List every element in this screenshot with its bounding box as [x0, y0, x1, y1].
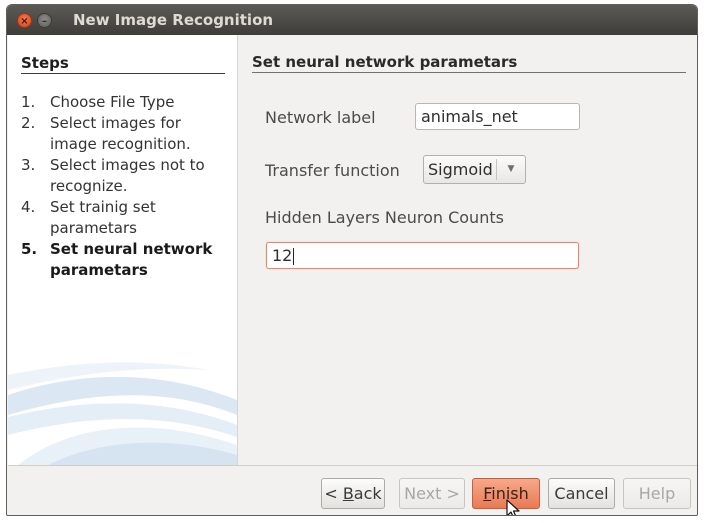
step-number: 3.	[21, 156, 36, 174]
hidden-layers-label: Hidden Layers Neuron Counts	[265, 208, 504, 227]
step-item-5-current: 5. Set neural network parametars	[21, 239, 231, 281]
step-number: 4.	[21, 198, 36, 216]
decorative-swoosh-graphic	[8, 362, 237, 465]
help-button[interactable]: Help	[623, 478, 691, 509]
hidden-layers-value: 12	[272, 246, 293, 265]
back-arrow-text: <	[324, 484, 343, 503]
hidden-layers-input[interactable]: 12	[266, 242, 579, 269]
content-title: Set neural network parametars	[252, 53, 686, 73]
next-button[interactable]: Next >	[399, 478, 465, 509]
step-item-4: 4. Set trainig set parametars	[21, 197, 231, 239]
back-label-rest: ack	[353, 484, 382, 503]
window-title: New Image Recognition	[73, 11, 274, 29]
step-label: Select images for image recognition.	[50, 114, 191, 153]
network-label-value: animals_net	[421, 107, 518, 126]
back-mnemonic: B	[342, 484, 354, 503]
text-caret	[293, 248, 295, 265]
step-label: Set neural network parametars	[50, 240, 213, 279]
chevron-down-icon[interactable]: ▼	[496, 159, 525, 180]
transfer-function-label: Transfer function	[265, 161, 400, 180]
step-label: Choose File Type	[50, 93, 175, 111]
transfer-function-value: Sigmoid	[428, 160, 493, 179]
network-label-input[interactable]: animals_net	[415, 103, 580, 130]
network-label-label: Network label	[265, 108, 376, 127]
step-label: Set trainig set parametars	[50, 198, 156, 237]
title-bar[interactable]: × – New Image Recognition	[7, 5, 697, 35]
steps-list: 1. Choose File Type 2. Select images for…	[21, 92, 231, 281]
close-window-icon[interactable]: ×	[17, 13, 32, 28]
step-number: 2.	[21, 114, 36, 132]
back-button[interactable]: < Back	[321, 478, 385, 509]
footer-divider	[8, 465, 697, 466]
mouse-cursor-icon	[506, 499, 520, 515]
step-item-3: 3. Select images not to recognize.	[21, 155, 231, 197]
step-number: 5.	[21, 240, 38, 258]
transfer-function-dropdown[interactable]: Sigmoid ▼	[423, 155, 526, 184]
wizard-window: × – New Image Recognition Steps 1. Choos…	[6, 4, 698, 516]
step-number: 1.	[21, 93, 36, 111]
steps-heading: Steps	[21, 54, 225, 74]
step-item-1: 1. Choose File Type	[21, 92, 231, 113]
steps-panel: Steps 1. Choose File Type 2. Select imag…	[8, 35, 238, 465]
step-label: Select images not to recognize.	[50, 156, 205, 195]
minimize-window-icon[interactable]: –	[37, 13, 52, 28]
cancel-button[interactable]: Cancel	[548, 478, 615, 509]
step-item-2: 2. Select images for image recognition.	[21, 113, 231, 155]
